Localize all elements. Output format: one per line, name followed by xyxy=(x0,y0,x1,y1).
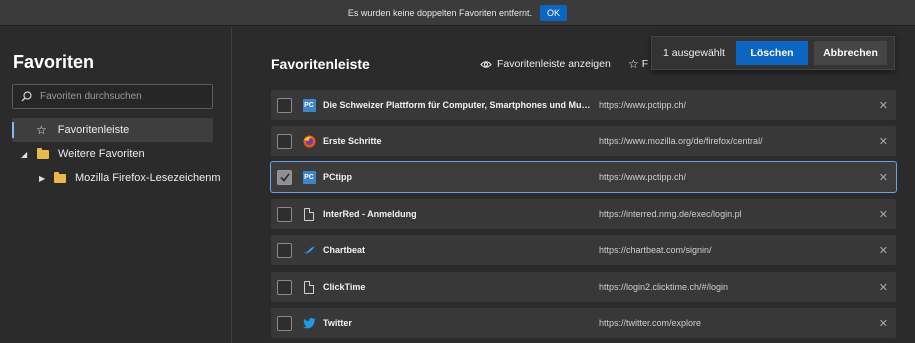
row-checkbox[interactable] xyxy=(277,242,292,258)
main-panel: Favoritenleiste Favoritenleiste anzeigen… xyxy=(233,27,915,343)
favorite-row[interactable]: Chartbeat https://chartbeat.com/signin/ … xyxy=(271,235,896,265)
add-favorite-label: F xyxy=(641,58,649,70)
sidebar-title: Favoriten xyxy=(13,52,95,72)
favorite-name: PCtipp xyxy=(323,172,352,182)
folder-icon xyxy=(37,147,49,159)
favorite-name: Die Schweizer Plattform für Computer, Sm… xyxy=(323,100,593,110)
search-box[interactable] xyxy=(12,84,213,109)
row-checkbox[interactable] xyxy=(277,97,292,113)
row-checkbox[interactable] xyxy=(277,279,292,295)
close-icon[interactable]: ✕ xyxy=(879,281,888,294)
expanded-caret-icon[interactable]: ◢ xyxy=(21,150,31,159)
folder-icon xyxy=(54,171,66,183)
search-input[interactable] xyxy=(40,91,200,102)
chartbeat-icon xyxy=(303,245,315,254)
notification-ok-button[interactable]: OK xyxy=(540,4,568,21)
favorite-row[interactable]: PC PCtipp https://www.pctipp.ch/ ✕ xyxy=(270,161,897,193)
favorite-row[interactable]: ClickTime https://login2.clicktime.ch/#/… xyxy=(271,272,896,302)
row-checkbox[interactable] xyxy=(277,315,292,331)
delete-button[interactable]: Löschen xyxy=(736,41,808,65)
twitter-icon xyxy=(302,317,315,328)
favorite-name: Twitter xyxy=(323,318,352,328)
row-checkbox[interactable] xyxy=(277,206,292,222)
selection-indicator xyxy=(12,122,14,138)
favorite-name: InterRed - Anmeldung xyxy=(323,209,417,219)
favorite-url: https://login2.clicktime.ch/#/login xyxy=(599,282,729,292)
favorite-row[interactable]: Erste Schritte https://www.mozilla.org/d… xyxy=(271,126,896,156)
selected-count: 1 ausgewählt xyxy=(663,47,725,59)
favorite-url: https://www.pctipp.ch/ xyxy=(599,172,687,182)
favorite-url: https://www.mozilla.org/de/firefox/centr… xyxy=(599,136,763,146)
close-icon[interactable]: ✕ xyxy=(879,317,888,330)
favorite-url: https://www.pctipp.ch/ xyxy=(599,100,687,110)
cancel-button[interactable]: Abbrechen xyxy=(814,41,887,65)
star-icon: ☆ xyxy=(628,57,639,71)
sidebar: Favoriten ☆ Favoritenleiste ◢ Weitere Fa… xyxy=(0,27,232,343)
show-favorites-bar-label: Favoritenleiste anzeigen xyxy=(497,58,611,70)
add-favorite-button[interactable]: ☆ F xyxy=(628,57,648,71)
page-icon xyxy=(304,280,314,294)
page-icon xyxy=(304,207,314,221)
favorite-name: Chartbeat xyxy=(323,245,366,255)
collapsed-caret-icon[interactable]: ▶ xyxy=(39,174,49,183)
pctipp-icon: PC xyxy=(302,98,316,112)
favorite-name: ClickTime xyxy=(323,282,366,292)
notification-text: Es wurden keine doppelten Favoriten entf… xyxy=(347,7,533,18)
close-icon[interactable]: ✕ xyxy=(879,135,888,148)
favorite-url: https://twitter.com/explore xyxy=(599,318,702,328)
page-title: Favoritenleiste xyxy=(271,56,370,72)
favorite-url: https://chartbeat.com/signin/ xyxy=(599,245,712,255)
selection-toolbar: 1 ausgewählt Löschen Abbrechen xyxy=(651,36,895,70)
pctipp-icon: PC xyxy=(302,170,316,184)
notification-bar: Es wurden keine doppelten Favoriten entf… xyxy=(0,0,915,26)
sidebar-item-label: Favoritenleiste xyxy=(57,124,130,136)
favorite-url: https://interred.nmg.de/exec/login.pl xyxy=(599,209,742,219)
firefox-icon xyxy=(303,135,315,147)
star-icon: ☆ xyxy=(36,123,47,137)
favorite-row[interactable]: InterRed - Anmeldung https://interred.nm… xyxy=(271,199,896,229)
close-icon[interactable]: ✕ xyxy=(879,208,888,221)
close-icon[interactable]: ✕ xyxy=(879,99,888,112)
checkmark-icon xyxy=(279,173,290,182)
favorite-name: Erste Schritte xyxy=(323,136,382,146)
row-checkbox[interactable] xyxy=(277,169,292,185)
search-icon xyxy=(21,91,32,102)
sidebar-item-label: Weitere Favoriten xyxy=(58,148,145,160)
sidebar-item-weitere-favoriten[interactable]: ◢ Weitere Favoriten xyxy=(21,142,213,166)
close-icon[interactable]: ✕ xyxy=(879,171,888,184)
row-checkbox[interactable] xyxy=(277,133,292,149)
close-icon[interactable]: ✕ xyxy=(879,244,888,257)
eye-icon xyxy=(480,60,492,68)
favorite-row[interactable]: Twitter https://twitter.com/explore ✕ xyxy=(271,308,896,338)
show-favorites-bar-button[interactable]: Favoritenleiste anzeigen xyxy=(480,58,611,70)
sidebar-item-mozilla-firefox[interactable]: ▶ Mozilla Firefox-Lesezeichenm xyxy=(39,166,229,190)
favorite-row[interactable]: PC Die Schweizer Plattform für Computer,… xyxy=(271,90,896,120)
sidebar-item-favoritenleiste[interactable]: ☆ Favoritenleiste xyxy=(12,118,213,142)
sidebar-item-label: Mozilla Firefox-Lesezeichenm xyxy=(75,172,221,184)
